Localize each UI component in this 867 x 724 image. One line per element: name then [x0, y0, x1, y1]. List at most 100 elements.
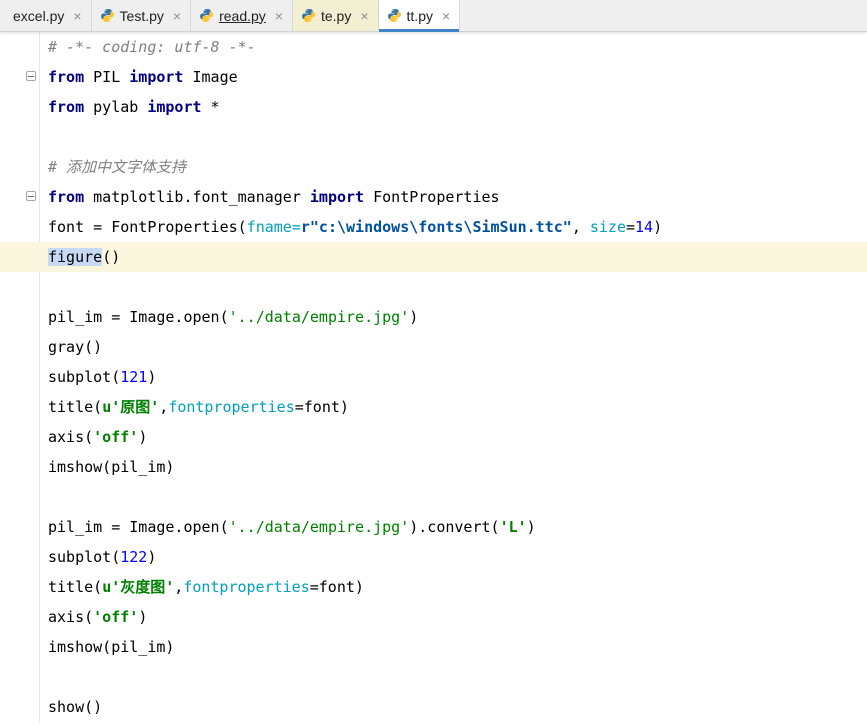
code-text: show() [40, 692, 102, 722]
gutter [0, 692, 40, 722]
code-token: , [174, 578, 184, 596]
code-token: import [129, 68, 184, 86]
code-text: # 添加中文字体支持 [40, 152, 186, 182]
tab-tt-py[interactable]: tt.py × [378, 0, 461, 32]
gutter [0, 662, 40, 692]
gutter [0, 602, 40, 632]
code-token: matplotlib.font_manager [84, 188, 310, 206]
gutter [0, 362, 40, 392]
code-token: = [626, 218, 636, 236]
code-token: ) [409, 308, 419, 326]
tab-close-icon[interactable]: × [360, 9, 368, 23]
python-icon [302, 9, 315, 22]
code-token: =font) [309, 578, 364, 596]
code-text: from PIL import Image [40, 62, 238, 92]
code-text: figure() [40, 242, 120, 272]
tab-te-py[interactable]: te.py × [292, 0, 379, 31]
code-token: '../data/empire.jpg' [228, 308, 410, 326]
gutter [0, 212, 40, 242]
tab-close-icon[interactable]: × [73, 9, 81, 23]
code-line[interactable] [0, 482, 867, 512]
code-line[interactable]: subplot(121) [0, 362, 867, 392]
code-token: from [48, 98, 85, 116]
code-text: imshow(pil_im) [40, 632, 174, 662]
code-token: 14 [635, 218, 654, 236]
code-token: 'off' [93, 608, 139, 626]
code-line[interactable]: font = FontProperties(fname=r"c:\windows… [0, 212, 867, 242]
tab-label: te.py [320, 7, 352, 24]
code-line[interactable]: title(u'灰度图',fontproperties=font) [0, 572, 867, 602]
code-token: ) [526, 518, 536, 536]
code-text: pil_im = Image.open('../data/empire.jpg'… [40, 512, 536, 542]
tab-excel-py[interactable]: excel.py × [0, 0, 92, 31]
gutter [0, 152, 40, 182]
code-line[interactable]: pil_im = Image.open('../data/empire.jpg'… [0, 512, 867, 542]
code-line[interactable]: axis('off') [0, 422, 867, 452]
tab-close-icon[interactable]: × [442, 9, 450, 23]
fold-icon[interactable] [26, 71, 36, 81]
code-line[interactable]: imshow(pil_im) [0, 632, 867, 662]
tab-test-py[interactable]: Test.py × [92, 0, 192, 31]
tab-close-icon[interactable]: × [275, 9, 283, 23]
code-text: from matplotlib.font_manager import Font… [40, 182, 500, 212]
code-line[interactable]: imshow(pil_im) [0, 452, 867, 482]
code-token: # 添加中文字体支持 [48, 158, 187, 176]
code-token: '../data/empire.jpg' [228, 518, 410, 536]
code-token: pil_im = Image.open( [48, 518, 229, 536]
code-line[interactable]: # -*- coding: utf-8 -*- [0, 32, 867, 62]
tab-label: read.py [219, 7, 266, 24]
ide-window: excel.py × Test.py × read.py × te.py × tt.py × # … [0, 0, 867, 724]
code-token: r"c:\windows\fonts\SimSun.ttc" [300, 218, 572, 236]
code-token: ) [147, 368, 157, 386]
code-line[interactable]: show() [0, 692, 867, 722]
code-token: title( [48, 578, 103, 596]
code-line[interactable]: gray() [0, 332, 867, 362]
code-token: import [147, 98, 202, 116]
fold-icon[interactable] [26, 191, 36, 201]
tab-label: tt.py [406, 7, 433, 24]
code-token: title( [48, 398, 103, 416]
code-token: import [309, 188, 365, 206]
gutter [0, 632, 40, 662]
gutter [0, 482, 40, 512]
code-token: font = FontProperties( [48, 218, 247, 236]
gutter [0, 182, 40, 212]
code-token: fontproperties [168, 398, 295, 416]
code-text: subplot(121) [40, 362, 156, 392]
code-text: # -*- coding: utf-8 -*- [40, 32, 256, 62]
code-line[interactable]: title(u'原图',fontproperties=font) [0, 392, 867, 422]
code-line[interactable]: subplot(122) [0, 542, 867, 572]
code-line[interactable] [0, 662, 867, 692]
code-token: pylab [84, 98, 148, 116]
code-editor[interactable]: # -*- coding: utf-8 -*- from PIL import I… [0, 32, 867, 724]
code-text: imshow(pil_im) [40, 452, 174, 482]
code-line[interactable] [0, 272, 867, 302]
gutter [0, 32, 40, 62]
code-token: ) [147, 548, 157, 566]
code-line[interactable]: pil_im = Image.open('../data/empire.jpg'… [0, 302, 867, 332]
code-token: imshow(pil_im) [48, 638, 175, 656]
code-text: title(u'原图',fontproperties=font) [40, 392, 349, 422]
code-token: * [201, 98, 220, 116]
code-text: axis('off') [40, 602, 147, 632]
python-icon [387, 9, 401, 22]
code-line[interactable]: axis('off') [0, 602, 867, 632]
code-line[interactable]: from pylab import * [0, 92, 867, 122]
code-line[interactable] [0, 122, 867, 152]
gutter [0, 302, 40, 332]
tab-close-icon[interactable]: × [173, 9, 181, 23]
code-line[interactable]: # 添加中文字体支持 [0, 152, 867, 182]
code-token: ) [653, 218, 663, 236]
code-text: title(u'灰度图',fontproperties=font) [40, 572, 364, 602]
gutter [0, 272, 40, 302]
python-icon [100, 9, 114, 22]
gutter [0, 122, 40, 152]
tab-read-py[interactable]: read.py × [191, 0, 293, 31]
code-line-current[interactable]: figure() [0, 242, 867, 272]
code-text: pil_im = Image.open('../data/empire.jpg'… [40, 302, 418, 332]
code-token: u'灰度图' [102, 578, 175, 596]
code-line[interactable]: from matplotlib.font_manager import Font… [0, 182, 867, 212]
code-line[interactable]: from PIL import Image [0, 62, 867, 92]
